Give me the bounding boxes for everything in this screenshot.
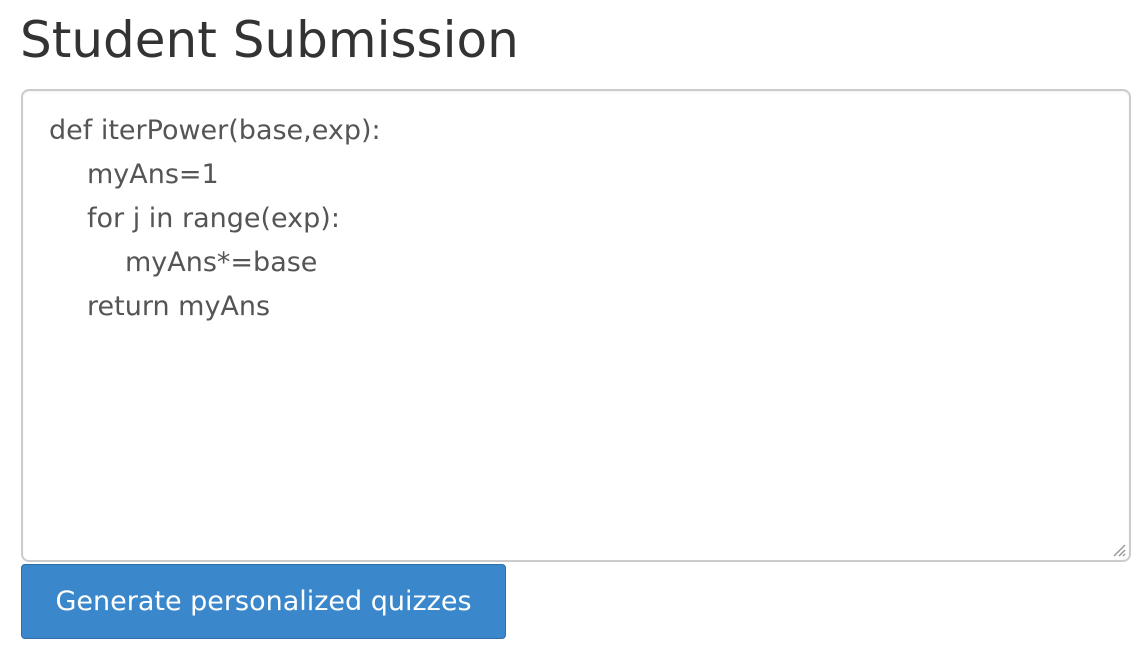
page-title: Student Submission — [20, 11, 519, 69]
code-line: myAns=1 — [87, 159, 219, 190]
code-line: def iterPower(base,exp): — [49, 115, 381, 146]
submission-textarea[interactable]: def iterPower(base,exp): myAns=1 for j i… — [21, 89, 1131, 562]
code-line: for j in range(exp): — [87, 203, 340, 234]
code-lines: def iterPower(base,exp): myAns=1 for j i… — [49, 109, 381, 329]
generate-quizzes-button[interactable]: Generate personalized quizzes — [21, 564, 506, 639]
resize-grip-icon[interactable] — [1109, 540, 1127, 558]
code-line: return myAns — [87, 291, 271, 322]
code-line: myAns*=base — [125, 247, 318, 278]
